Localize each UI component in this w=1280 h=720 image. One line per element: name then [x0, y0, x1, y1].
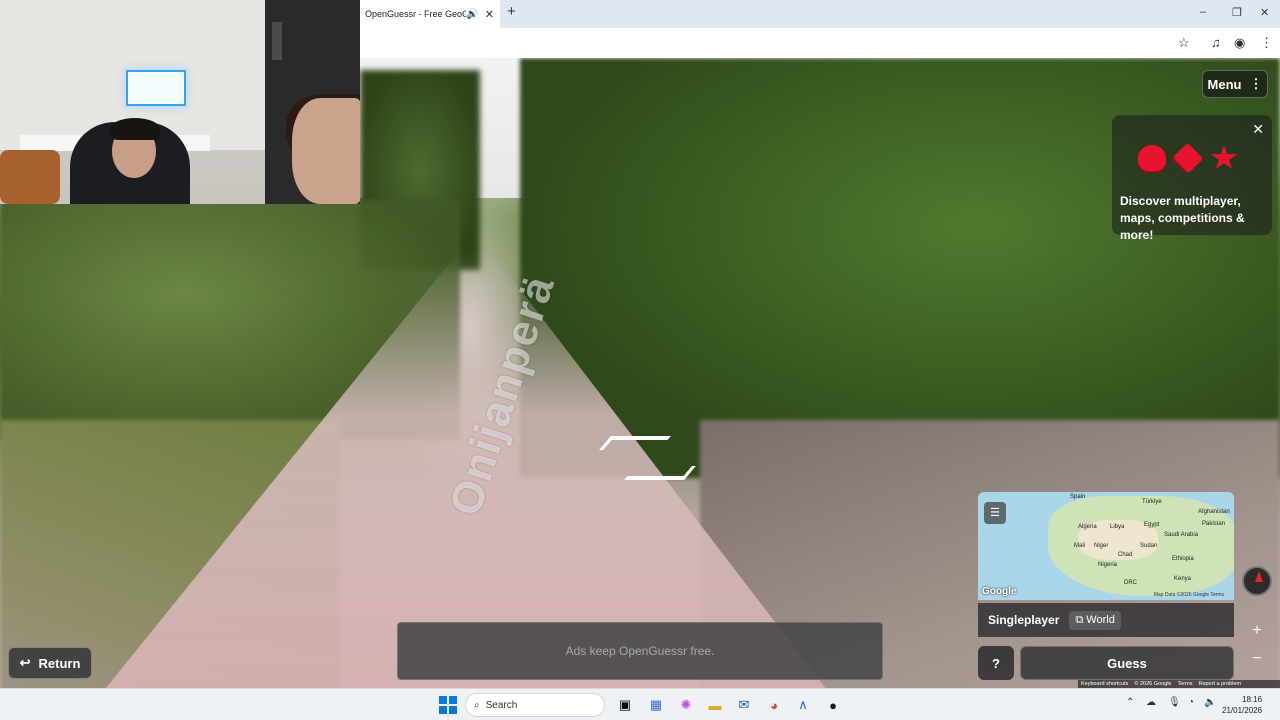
map-label: Egypt — [1144, 522, 1160, 528]
forward-arrow-icon[interactable] — [599, 436, 671, 450]
system-clock[interactable]: 18:16 21/01/2026 — [1222, 694, 1262, 716]
multiplayer-icon — [1138, 145, 1166, 171]
app-arc-icon[interactable]: ∧ — [793, 695, 813, 715]
promo-text: Discover multiplayer, maps, competitions… — [1120, 194, 1245, 242]
clock-time: 18:16 — [1242, 695, 1263, 704]
webcam-wall-frame — [272, 22, 282, 60]
clock-date: 21/01/2026 — [1222, 706, 1263, 715]
app-tray-icon[interactable]: ● — [823, 695, 843, 715]
map-label: Spain — [1070, 494, 1086, 500]
store-icon[interactable]: ▦ — [646, 695, 666, 715]
menu-button[interactable]: Menu ⋮ — [1202, 70, 1268, 98]
volume-icon[interactable]: 🔈 — [1204, 697, 1216, 708]
map-label: DRC — [1124, 580, 1137, 586]
world-label: World — [1086, 613, 1115, 626]
browser-tab-bar: OpenGuessr - Free GeoGue 🔊 ✕ + – ❐ ✕ — [360, 0, 1280, 28]
browser-tab[interactable]: OpenGuessr - Free GeoGue 🔊 ✕ — [360, 0, 500, 28]
file-explorer-icon[interactable]: ▬ — [705, 695, 725, 715]
maps-cube-icon — [1172, 142, 1204, 174]
return-label: Return — [38, 655, 81, 671]
profile-icon[interactable]: ◉ — [1234, 35, 1245, 51]
webcam-person-hair — [110, 118, 160, 140]
map-label: Saudi Arabia — [1164, 532, 1199, 538]
speaker-icon[interactable]: 🔊 — [466, 9, 478, 20]
mode-label: Singleplayer — [988, 613, 1060, 627]
microphone-icon[interactable]: 🎙 — [1168, 697, 1181, 708]
map-footer-links: Keyboard shortcuts © 2026 Google Terms R… — [1078, 680, 1280, 688]
show-hidden-icons-icon[interactable]: ⌃ — [1126, 697, 1134, 708]
windows-logo-icon — [439, 696, 457, 714]
webcam-chair — [0, 150, 60, 204]
keyboard-shortcuts-link[interactable]: Keyboard shortcuts — [1081, 681, 1128, 687]
map-settings-icon[interactable]: ☰ — [984, 502, 1006, 524]
search-placeholder: Search — [485, 699, 518, 711]
wifi-icon[interactable]: ◔ — [1188, 697, 1194, 708]
search-icon: ⌕ — [474, 699, 480, 711]
minimize-button[interactable]: – — [1200, 6, 1206, 18]
outlook-icon[interactable]: ✉ — [734, 695, 754, 715]
webcam-overlay — [0, 0, 360, 204]
map-label: Türkiye — [1142, 499, 1162, 505]
help-button[interactable]: ? — [978, 646, 1014, 680]
tab-close-icon[interactable]: ✕ — [485, 8, 494, 21]
network-icon[interactable]: ☁ — [1146, 697, 1156, 708]
media-control-icon[interactable]: ♫ — [1211, 35, 1221, 50]
map-label: Sudan — [1140, 543, 1158, 549]
map-label: Pakistan — [1202, 521, 1226, 527]
address-bar[interactable]: ☆ ♫ ◉ ⋮ — [360, 28, 1280, 58]
new-tab-button[interactable]: + — [507, 3, 516, 20]
competition-star-icon — [1210, 145, 1238, 169]
bookmark-star-icon[interactable]: ☆ — [1178, 35, 1190, 51]
menu-dots-icon: ⋮ — [1249, 76, 1263, 91]
map-label: Kenya — [1174, 576, 1192, 582]
map-label: Algeria — [1078, 524, 1097, 530]
more-options-icon[interactable]: ⋮ — [1260, 35, 1273, 51]
webcam-second-person-head — [292, 98, 360, 204]
zoom-out-button[interactable]: − — [1246, 648, 1268, 670]
zoom-in-button[interactable]: + — [1246, 620, 1268, 642]
promo-panel[interactable]: ✕ Discover multiplayer, maps, competitio… — [1112, 115, 1272, 242]
google-logo: Google — [982, 586, 1017, 597]
menu-label: Menu — [1207, 76, 1242, 92]
return-button[interactable]: ↩ Return — [8, 647, 92, 679]
backward-arrow-icon[interactable] — [624, 466, 696, 480]
guess-row: ? Guess — [978, 646, 1234, 680]
task-view-icon[interactable]: ▣ — [615, 695, 635, 715]
report-problem-link[interactable]: Report a problem — [1198, 681, 1241, 687]
windows-taskbar: ⌕ Search ▣ ▦ ✺ ▬ ✉ ◕ ∧ ● ⌃ ☁ 🎙 ◔ 🔈 18:16… — [0, 688, 1280, 720]
terms-link[interactable]: Terms — [1177, 681, 1192, 687]
compass-icon[interactable] — [1242, 566, 1272, 596]
window-close-button[interactable]: ✕ — [1260, 6, 1269, 19]
chrome-icon[interactable]: ◕ — [764, 695, 784, 715]
taskbar-search[interactable]: ⌕ Search — [465, 693, 605, 717]
map-label: Ethiopia — [1172, 556, 1194, 562]
ad-banner[interactable]: Ads keep OpenGuessr free. — [397, 622, 883, 680]
guess-map[interactable]: Spain Türkiye Algeria Libya Egypt Afghan… — [978, 492, 1234, 600]
map-label: Nigeria — [1098, 562, 1118, 568]
copyright-text: © 2026 Google — [1134, 681, 1172, 687]
map-label: Mali — [1074, 543, 1086, 549]
map-label: Niger — [1094, 543, 1109, 549]
tab-title: OpenGuessr - Free GeoGue — [365, 9, 467, 19]
game-mode-bar: Singleplayer ⧉ World — [978, 603, 1234, 637]
map-label: Libya — [1110, 524, 1125, 530]
webcam-tv — [126, 70, 186, 106]
map-label: Chad — [1118, 552, 1133, 558]
promo-icons — [1138, 142, 1238, 174]
return-arrow-icon: ↩ — [19, 655, 31, 670]
guess-button[interactable]: Guess — [1020, 646, 1234, 680]
map-world-badge[interactable]: ⧉ World — [1069, 610, 1121, 630]
start-button[interactable] — [438, 695, 458, 715]
promo-close-icon[interactable]: ✕ — [1252, 121, 1264, 138]
map-label: Afghanistan — [1198, 509, 1230, 515]
maximize-button[interactable]: ❐ — [1232, 6, 1242, 19]
copilot-icon[interactable]: ✺ — [676, 695, 696, 715]
map-attribution[interactable]: Map Data ©2026 Google Terms — [1154, 592, 1224, 598]
